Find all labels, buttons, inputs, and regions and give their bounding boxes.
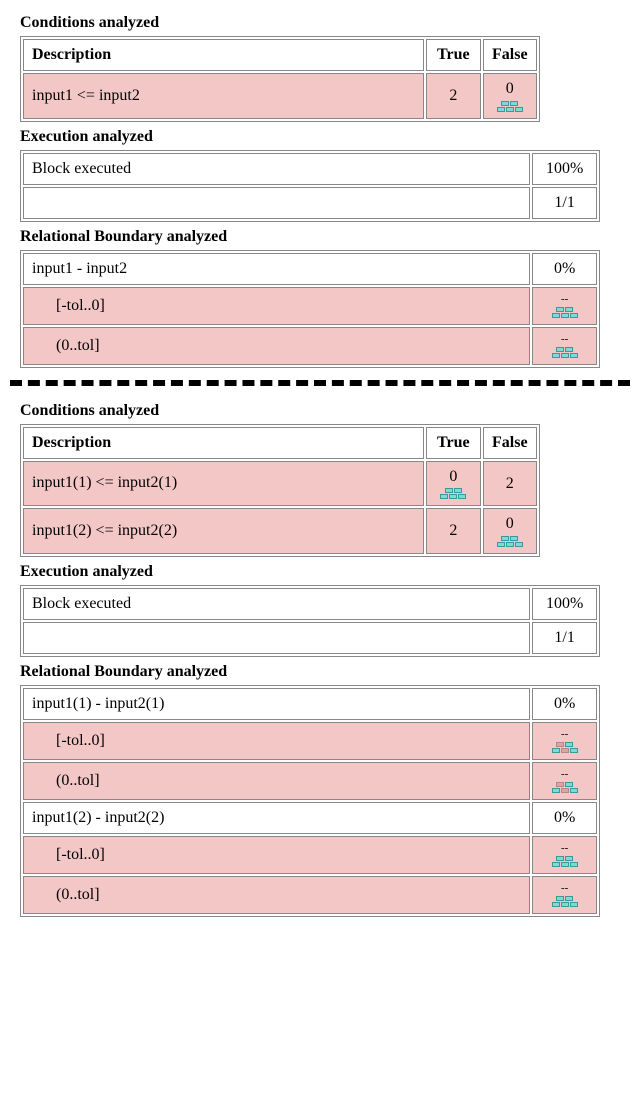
value: -- <box>561 843 568 853</box>
relational-value: -- <box>532 327 597 365</box>
execution-ratio: 1/1 <box>532 187 597 219</box>
relational-title: Relational Boundary analyzed <box>20 228 631 246</box>
condition-false: 0 <box>483 73 537 119</box>
execution-title: Execution analyzed <box>20 563 631 581</box>
value: 0 <box>449 468 457 486</box>
table-row: 1/1 <box>23 187 597 219</box>
relational-header: input1(1) - input2(1) <box>23 688 530 720</box>
coverage-icon <box>552 306 578 318</box>
coverage-icon <box>552 346 578 358</box>
relational-range: (0..tol] <box>23 762 530 800</box>
relational-value: -- <box>532 876 597 914</box>
relational-value: -- <box>532 722 597 760</box>
condition-false: 2 <box>483 461 537 507</box>
value: -- <box>561 729 568 739</box>
condition-true: 2 <box>426 73 480 119</box>
condition-desc: input1(2) <= input2(2) <box>23 508 424 554</box>
condition-desc: input1(1) <= input2(1) <box>23 461 424 507</box>
relational-table: input1 - input2 0% [-tol..0] -- (0..tol]… <box>20 250 600 368</box>
condition-desc: input1 <= input2 <box>23 73 424 119</box>
execution-title: Execution analyzed <box>20 128 631 146</box>
condition-true: 0 <box>426 461 480 507</box>
relational-pct: 0% <box>532 802 597 834</box>
execution-table: Block executed 100% 1/1 <box>20 150 600 222</box>
col-description: Description <box>23 427 424 459</box>
execution-label: Block executed <box>23 153 530 185</box>
relational-value: -- <box>532 287 597 325</box>
table-row: (0..tol] -- <box>23 327 597 365</box>
table-row: input1(2) <= input2(2) 2 0 <box>23 508 537 554</box>
value: -- <box>561 769 568 779</box>
value: 0 <box>506 515 514 533</box>
relational-range: (0..tol] <box>23 327 530 365</box>
relational-range: [-tol..0] <box>23 722 530 760</box>
coverage-icon <box>552 855 578 867</box>
coverage-icon <box>497 535 523 547</box>
coverage-icon <box>552 741 578 753</box>
col-true: True <box>426 39 480 71</box>
col-description: Description <box>23 39 424 71</box>
table-row: Block executed 100% <box>23 588 597 620</box>
coverage-icon <box>497 100 523 112</box>
relational-pct: 0% <box>532 688 597 720</box>
table-row: Description True False <box>23 427 537 459</box>
relational-title: Relational Boundary analyzed <box>20 663 631 681</box>
table-row: Description True False <box>23 39 537 71</box>
table-row: (0..tol] -- <box>23 876 597 914</box>
value: -- <box>561 883 568 893</box>
table-row: Block executed 100% <box>23 153 597 185</box>
execution-table: Block executed 100% 1/1 <box>20 585 600 657</box>
conditions-title: Conditions analyzed <box>20 14 631 32</box>
coverage-icon <box>440 487 466 499</box>
relational-value: -- <box>532 836 597 874</box>
execution-pct: 100% <box>532 588 597 620</box>
table-row: 1/1 <box>23 622 597 654</box>
conditions-table: Description True False input1 <= input2 … <box>20 36 540 122</box>
table-row: [-tol..0] -- <box>23 722 597 760</box>
relational-header: input1 - input2 <box>23 253 530 285</box>
value: 2 <box>506 475 514 493</box>
col-false: False <box>483 427 537 459</box>
value: -- <box>561 294 568 304</box>
condition-false: 0 <box>483 508 537 554</box>
condition-true: 2 <box>426 508 480 554</box>
table-row: input1(2) - input2(2) 0% <box>23 802 597 834</box>
value: 2 <box>449 522 457 540</box>
coverage-icon <box>552 895 578 907</box>
coverage-icon <box>552 781 578 793</box>
value: -- <box>561 334 568 344</box>
col-true: True <box>426 427 480 459</box>
table-row: [-tol..0] -- <box>23 836 597 874</box>
relational-header: input1(2) - input2(2) <box>23 802 530 834</box>
execution-label: Block executed <box>23 588 530 620</box>
table-row: input1 - input2 0% <box>23 253 597 285</box>
table-row: (0..tol] -- <box>23 762 597 800</box>
section-divider <box>10 380 630 386</box>
relational-value: -- <box>532 762 597 800</box>
value: 2 <box>449 87 457 105</box>
relational-pct: 0% <box>532 253 597 285</box>
empty-cell <box>23 622 530 654</box>
relational-range: [-tol..0] <box>23 287 530 325</box>
empty-cell <box>23 187 530 219</box>
table-row: input1 <= input2 2 0 <box>23 73 537 119</box>
table-row: input1(1) <= input2(1) 0 2 <box>23 461 537 507</box>
col-false: False <box>483 39 537 71</box>
table-row: input1(1) - input2(1) 0% <box>23 688 597 720</box>
execution-ratio: 1/1 <box>532 622 597 654</box>
table-row: [-tol..0] -- <box>23 287 597 325</box>
conditions-table: Description True False input1(1) <= inpu… <box>20 424 540 557</box>
relational-table: input1(1) - input2(1) 0% [-tol..0] -- (0… <box>20 685 600 917</box>
conditions-title: Conditions analyzed <box>20 402 631 420</box>
execution-pct: 100% <box>532 153 597 185</box>
value: 0 <box>506 80 514 98</box>
relational-range: [-tol..0] <box>23 836 530 874</box>
relational-range: (0..tol] <box>23 876 530 914</box>
